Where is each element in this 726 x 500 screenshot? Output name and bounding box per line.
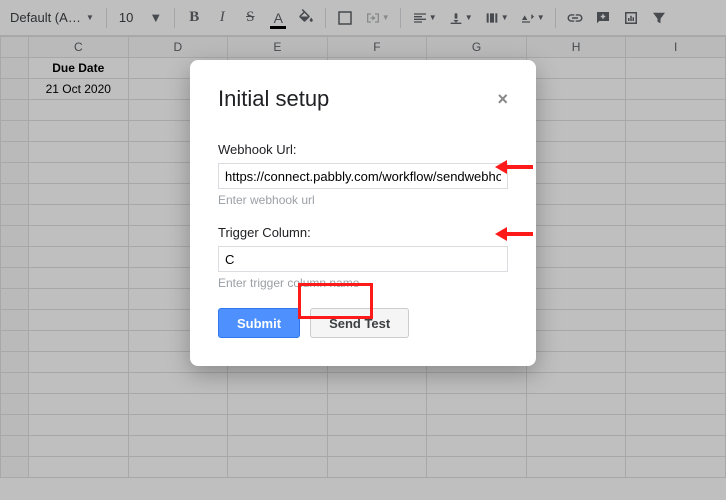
webhook-url-hint: Enter webhook url	[218, 193, 508, 207]
trigger-column-hint: Enter trigger column name	[218, 276, 508, 290]
webhook-url-group: Webhook Url: Enter webhook url	[218, 142, 508, 207]
webhook-url-input[interactable]	[218, 163, 508, 189]
webhook-url-label: Webhook Url:	[218, 142, 508, 157]
send-test-button[interactable]: Send Test	[310, 308, 409, 338]
initial-setup-dialog: Initial setup × Webhook Url: Enter webho…	[190, 60, 536, 366]
modal-backdrop: Initial setup × Webhook Url: Enter webho…	[0, 0, 726, 500]
close-button[interactable]: ×	[497, 90, 508, 108]
trigger-column-label: Trigger Column:	[218, 225, 508, 240]
trigger-column-input[interactable]	[218, 246, 508, 272]
submit-button[interactable]: Submit	[218, 308, 300, 338]
trigger-column-group: Trigger Column: Enter trigger column nam…	[218, 225, 508, 290]
dialog-title: Initial setup	[218, 86, 329, 112]
